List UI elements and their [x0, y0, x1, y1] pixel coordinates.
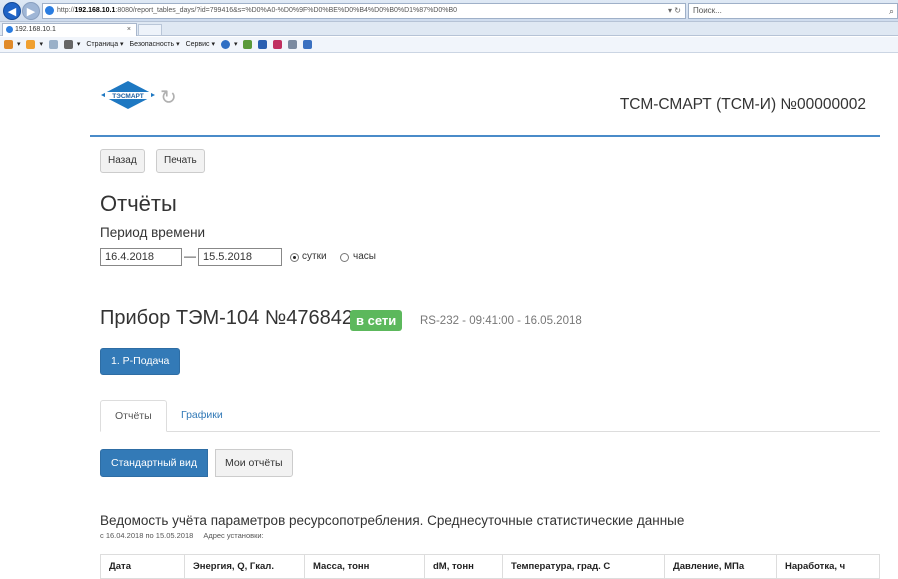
reload-icon[interactable]: ↻: [160, 88, 177, 108]
date-to-input[interactable]: 15.5.2018: [198, 248, 282, 266]
print-button[interactable]: Печать: [156, 149, 205, 173]
rss-icon[interactable]: [26, 39, 36, 49]
report-title: Ведомость учёта параметров ресурсопотреб…: [100, 513, 685, 528]
channel-button[interactable]: 1. P-Подача: [100, 348, 181, 375]
report-range: с 16.04.2018 по 15.05.2018: [100, 531, 194, 540]
menu-service[interactable]: Сервис ▾: [186, 41, 215, 48]
browser-tab[interactable]: 192.168.10.1 ×: [2, 23, 137, 36]
search-icon[interactable]: ⌕: [889, 4, 894, 18]
home-icon[interactable]: [4, 39, 13, 49]
radio-hours-label[interactable]: часы: [353, 251, 376, 262]
column-header: Энергия, Q, Гкал.: [184, 554, 305, 579]
address-bar[interactable]: http://192.168.10.1:8080/report_tables_d…: [42, 3, 686, 19]
column-header: Температура, град. С: [502, 554, 665, 579]
tool-icon[interactable]: [288, 39, 298, 49]
report-table: Дата Энергия, Q, Гкал. Масса, тонн dM, т…: [100, 554, 880, 579]
column-header: dM, тонн: [424, 554, 503, 579]
tesmart-logo: ТЭСМАРТ: [101, 81, 155, 109]
print-icon[interactable]: [63, 39, 73, 49]
table-header-row: Дата Энергия, Q, Гкал. Масса, тонн dM, т…: [100, 554, 880, 579]
ie-page-icon: [45, 5, 54, 15]
device-heading: Прибор ТЭМ-104 №476842: [100, 307, 353, 329]
page: ТЭСМАРТ ↻ ТСМ-СМАРТ (ТСМ-И) №00000002 На…: [0, 54, 898, 579]
translate-icon[interactable]: [303, 39, 313, 49]
period-label: Период времени: [100, 225, 206, 240]
column-header: Наработка, ч: [776, 554, 880, 579]
menu-page[interactable]: Страница ▾: [86, 41, 123, 48]
page-title: Отчёты: [100, 191, 177, 216]
bluetooth-icon[interactable]: [258, 39, 268, 49]
tab-reports[interactable]: Отчёты: [100, 400, 167, 432]
back-arrow-icon[interactable]: ◀: [3, 2, 21, 20]
command-bar: ▾ ▾ ▾ Страница ▾ Безопасность ▾ Сервис ▾…: [0, 37, 898, 53]
date-from-input[interactable]: 16.4.2018: [100, 248, 182, 266]
header-divider: [90, 135, 880, 137]
tab-graphs[interactable]: Графики: [167, 400, 237, 432]
report-subtitle: с 16.04.2018 по 15.05.2018 Адрес установк…: [100, 531, 274, 540]
column-header: Давление, МПа: [664, 554, 777, 579]
mail-icon[interactable]: [48, 39, 58, 49]
browser-tab-strip: 192.168.10.1 ×: [0, 22, 898, 36]
help-icon[interactable]: [220, 39, 230, 49]
radio-days[interactable]: [290, 253, 299, 262]
radio-hours[interactable]: [340, 253, 349, 262]
device-title: ТСМ-СМАРТ (ТСМ-И) №00000002: [619, 96, 866, 113]
connection-info: RS-232 - 09:41:00 - 16.05.2018: [420, 315, 582, 327]
menu-safety[interactable]: Безопасность ▾: [130, 41, 180, 48]
back-button[interactable]: Назад: [100, 149, 145, 173]
column-header: Дата: [100, 554, 185, 579]
column-header: Масса, тонн: [304, 554, 425, 579]
close-tab-icon[interactable]: ×: [127, 24, 131, 36]
search-input[interactable]: Поиск... ⌕: [688, 3, 898, 19]
new-tab-button[interactable]: [138, 24, 162, 36]
standard-view-button[interactable]: Стандартный вид: [100, 449, 208, 477]
refresh-icon[interactable]: ▾ ↻: [668, 4, 681, 18]
date-separator: —: [184, 249, 196, 263]
addon-icon[interactable]: [243, 39, 253, 49]
my-reports-button[interactable]: Мои отчёты: [215, 449, 293, 477]
report-address: Адрес установки:: [203, 531, 264, 540]
svg-text:ТЭСМАРТ: ТЭСМАРТ: [112, 93, 144, 100]
browser-toolbar: ◀ ▶ http://192.168.10.1:8080/report_tabl…: [0, 0, 898, 22]
onenote-icon[interactable]: [273, 39, 283, 49]
radio-days-label[interactable]: сутки: [302, 251, 327, 262]
ie-favicon-icon: [6, 25, 13, 33]
forward-arrow-icon[interactable]: ▶: [22, 2, 40, 20]
status-badge: в сети: [350, 310, 403, 331]
